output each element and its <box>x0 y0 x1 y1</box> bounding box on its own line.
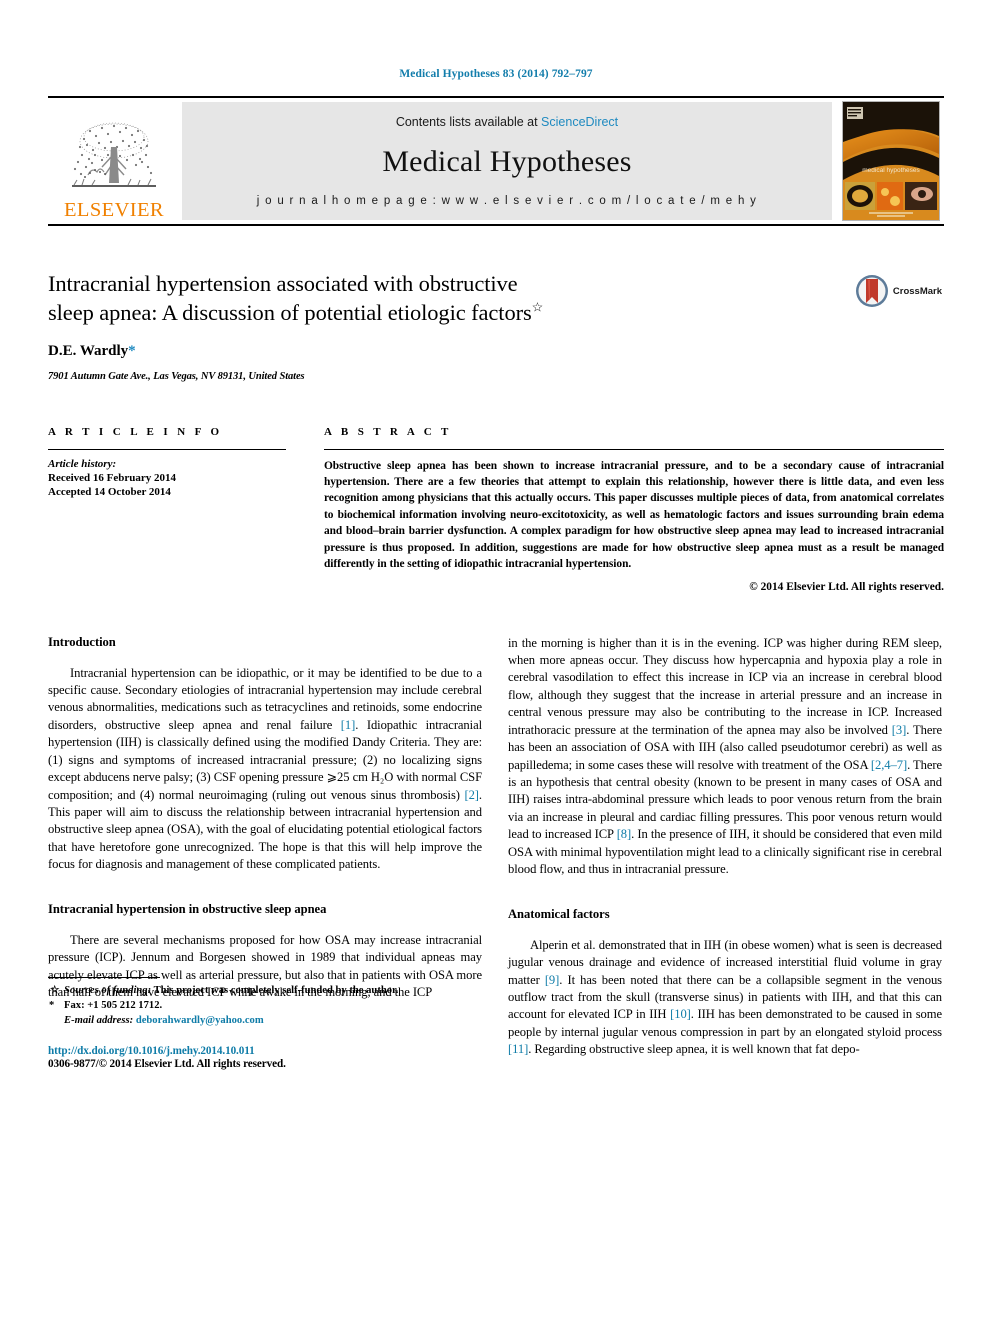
footnotes-block: ☆ Sources of funding: This project was co… <box>48 976 482 1070</box>
elsevier-tree-icon <box>72 122 156 187</box>
footnote-email-label: E-mail address: <box>64 1014 134 1026</box>
contents-available-line: Contents lists available at ScienceDirec… <box>396 115 618 129</box>
citation-ref-10[interactable]: [10] <box>670 1007 691 1021</box>
paragraph-intro: Intracranial hypertension can be idiopat… <box>48 665 482 874</box>
crossmark-label: CrossMark <box>892 285 942 297</box>
citation-ref-8[interactable]: [8] <box>617 827 632 841</box>
article-title-line-2: sleep apnea: A discussion of potential e… <box>48 299 532 325</box>
abstract-copyright: © 2014 Elsevier Ltd. All rights reserved… <box>749 580 944 593</box>
masthead-center: Contents lists available at ScienceDirec… <box>182 102 832 220</box>
icp-text-a: in the morning is higher than it is in t… <box>508 635 942 737</box>
citation-ref-11[interactable]: [11] <box>508 1042 528 1056</box>
contents-prefix: Contents lists available at <box>395 115 542 129</box>
journal-cover-block: medical hypotheses <box>838 98 944 224</box>
article-received-date: Received 16 February 2014 <box>48 471 176 484</box>
body-column-left: Introduction Intracranial hypertension c… <box>48 635 482 1070</box>
doi-link[interactable]: http://dx.doi.org/10.1016/j.mehy.2014.10… <box>48 1045 482 1057</box>
citation-ref-1[interactable]: [1] <box>341 718 356 732</box>
abstract-label: A B S T R A C T <box>324 425 452 438</box>
doi-block: http://dx.doi.org/10.1016/j.mehy.2014.10… <box>48 1045 482 1070</box>
elsevier-logo: ELSEVIER <box>48 98 180 224</box>
body-column-right: in the morning is higher than it is in t… <box>508 635 942 1070</box>
citation-ref-2-4-7[interactable]: [2,4–7] <box>871 758 907 772</box>
paragraph-anatomical-factors: Alperin et al. demonstrated that in IIH … <box>508 937 942 1059</box>
citation-ref-3[interactable]: [3] <box>892 723 907 737</box>
article-info-rule <box>48 448 286 450</box>
footnote-funding: ☆ Sources of funding: This project was co… <box>48 983 482 998</box>
article-title-line-1: Intracranial hypertension associated wit… <box>48 271 518 296</box>
running-head: Medical Hypotheses 83 (2014) 792–797 <box>399 68 593 80</box>
article-info-column: A R T I C L E I N F O Article history: R… <box>48 426 286 593</box>
journal-masthead: ELSEVIER Contents lists available at Sci… <box>48 96 944 226</box>
cover-caption: medical hypotheses <box>862 167 920 174</box>
journal-homepage[interactable]: j o u r n a l h o m e p a g e : w w w . … <box>257 195 757 207</box>
citation-ref-2[interactable]: [2] <box>464 788 479 802</box>
anat-text-d: . Regarding obstructive sleep apnea, it … <box>528 1042 860 1057</box>
footnote-fax-marker: * <box>49 999 55 1011</box>
footnote-email: E-mail address: deborahwardly@yahoo.com <box>48 1013 482 1028</box>
journal-title: Medical Hypotheses <box>382 145 632 178</box>
footnote-funding-marker: ☆ <box>50 984 60 996</box>
info-abstract-section: A R T I C L E I N F O Article history: R… <box>48 426 944 593</box>
issn-copyright-line: 0306-9877/© 2014 Elsevier Ltd. All right… <box>48 1057 286 1070</box>
abstract-text: Obstructive sleep apnea has been shown t… <box>324 459 944 571</box>
cover-artwork-icon: medical hypotheses <box>843 102 939 220</box>
footnote-email-link[interactable]: deborahwardly@yahoo.com <box>136 1015 264 1026</box>
journal-cover-thumbnail: medical hypotheses <box>842 101 940 221</box>
article-page: Medical Hypotheses 83 (2014) 792–797 ELS… <box>0 0 992 1323</box>
crossmark-badge[interactable]: CrossMark <box>855 274 942 308</box>
abstract-column: A B S T R A C T Obstructive sleep apnea … <box>324 426 944 593</box>
paragraph-icp-mechanisms: in the morning is higher than it is in t… <box>508 635 942 879</box>
footnote-funding-text: This project was completely self-funded … <box>151 984 399 996</box>
abstract-rule <box>324 448 944 450</box>
crossmark-icon[interactable] <box>855 274 889 308</box>
body-columns: Introduction Intracranial hypertension c… <box>48 635 944 1070</box>
title-block: Intracranial hypertension associated wit… <box>48 270 944 382</box>
article-info-label: A R T I C L E I N F O <box>48 425 223 438</box>
footnote-fax-text: Fax: +1 505 212 1712. <box>64 999 163 1011</box>
footnote-rule <box>48 976 160 978</box>
page-title: Intracranial hypertension associated wit… <box>48 270 748 328</box>
footnote-funding-label: Sources of funding: <box>64 984 152 996</box>
heading-anatomical-factors: Anatomical factors <box>508 906 610 921</box>
citation-ref-9[interactable]: [9] <box>545 973 560 987</box>
heading-introduction: Introduction <box>48 634 116 649</box>
article-accepted-date: Accepted 14 October 2014 <box>48 486 171 499</box>
author-line: D.E. Wardly* <box>48 343 944 360</box>
author-name[interactable]: D.E. Wardly <box>48 343 128 359</box>
sciencedirect-link[interactable]: ScienceDirect <box>541 115 618 129</box>
author-footnote-marker[interactable]: * <box>128 343 136 359</box>
title-footnote-marker[interactable]: ☆ <box>532 299 544 314</box>
heading-ih-in-osa: Intracranial hypertension in obstructive… <box>48 901 327 916</box>
elsevier-wordmark: ELSEVIER <box>64 198 164 221</box>
author-affiliation: 7901 Autumn Gate Ave., Las Vegas, NV 891… <box>48 370 305 382</box>
footnote-fax: * Fax: +1 505 212 1712. <box>48 998 482 1013</box>
article-history-label: Article history: <box>48 457 117 470</box>
